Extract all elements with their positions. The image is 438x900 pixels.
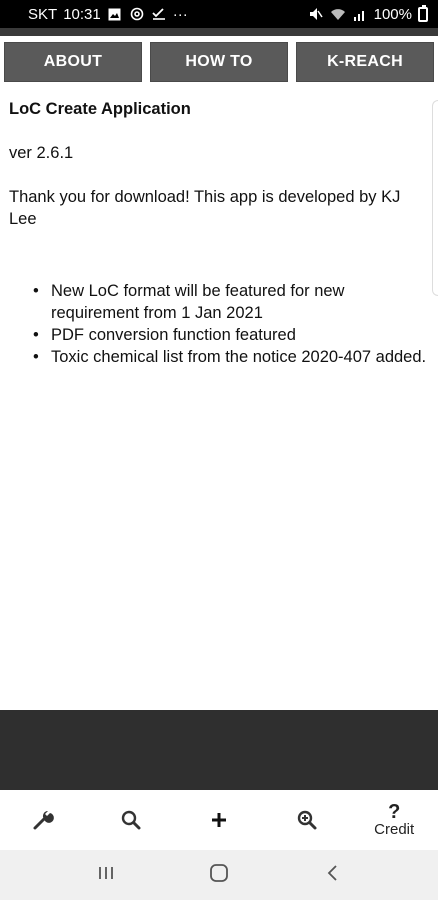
top-divider [0, 28, 438, 36]
home-button[interactable] [199, 855, 239, 895]
thanks-text: Thank you for download! This app is deve… [9, 188, 401, 228]
search-button[interactable] [101, 792, 161, 848]
recent-apps-button[interactable] [86, 855, 126, 895]
recent-apps-icon [97, 865, 115, 886]
wrench-icon [32, 808, 56, 832]
status-bar: SKT 10:31 ··· 100% [0, 0, 438, 28]
gallery-icon [107, 6, 123, 22]
clock: 10:31 [63, 5, 101, 23]
feature-item: New LoC format will be featured for new … [33, 280, 428, 324]
question-icon: ? [388, 801, 401, 823]
bottom-toolbar: ? Credit [0, 790, 438, 850]
status-left: SKT 10:31 ··· [28, 6, 188, 23]
zoom-in-icon [296, 809, 318, 831]
at-icon [129, 6, 145, 22]
carrier-label: SKT [28, 5, 58, 23]
battery-icon [418, 4, 428, 22]
ad-banner-area [0, 710, 438, 790]
about-content[interactable]: LoC Create Application ver 2.6.1 Thank y… [0, 88, 438, 710]
search-icon [120, 809, 142, 831]
system-nav-bar [0, 850, 438, 900]
back-icon [325, 864, 339, 887]
battery-percent: 100% [373, 5, 412, 23]
version-label: ver 2.6.1 [9, 144, 74, 162]
feature-item: Toxic chemical list from the notice 2020… [33, 346, 428, 368]
tab-k-reach[interactable]: K-REACH [296, 42, 434, 82]
scroll-indicator[interactable] [432, 100, 438, 296]
tab-bar: ABOUT HOW TO K-REACH [0, 36, 438, 88]
feature-item: PDF conversion function featured [33, 324, 428, 346]
tab-about[interactable]: ABOUT [4, 42, 142, 82]
home-icon [209, 863, 229, 888]
signal-icon [352, 6, 368, 22]
mute-icon [308, 6, 324, 22]
credit-label: Credit [374, 821, 415, 838]
more-notifications: ··· [172, 5, 188, 23]
back-button[interactable] [312, 855, 352, 895]
status-right: 100% [308, 4, 428, 23]
tab-how-to[interactable]: HOW TO [150, 42, 288, 82]
check-icon [151, 6, 167, 22]
settings-button[interactable] [14, 792, 74, 848]
plus-icon [210, 811, 228, 829]
feature-list: New LoC format will be featured for new … [9, 280, 428, 368]
credit-button[interactable]: ? Credit [364, 792, 424, 848]
add-button[interactable] [189, 792, 249, 848]
app-title: LoC Create Application [9, 100, 191, 118]
wifi-icon [330, 6, 346, 22]
zoom-in-button[interactable] [277, 792, 337, 848]
